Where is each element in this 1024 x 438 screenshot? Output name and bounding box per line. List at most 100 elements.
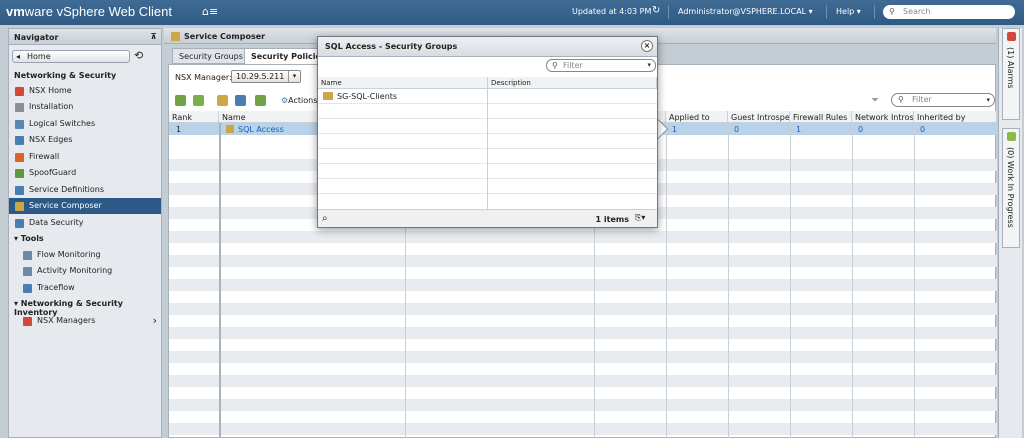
item-count: 1 items: [595, 215, 629, 224]
logical-switch-icon: [15, 120, 24, 129]
flow-monitoring-icon: [23, 251, 32, 260]
binoculars-icon[interactable]: ⌕: [322, 213, 328, 224]
chevron-down-icon: ▾: [986, 96, 990, 104]
cell-name[interactable]: SQL Access: [223, 123, 287, 136]
nav-item-service-definitions[interactable]: Service Definitions: [9, 182, 161, 198]
nav-item-nsx-edges[interactable]: NSX Edges: [9, 132, 161, 148]
chevron-down-icon: ▾: [288, 71, 300, 82]
filter-funnel-icon[interactable]: ⏷: [871, 95, 879, 106]
activity-monitoring-icon: [23, 267, 32, 276]
nsx-manager-label: NSX Manager:: [175, 73, 232, 82]
divider: [826, 5, 827, 19]
nav-item-flow-monitoring[interactable]: Flow Monitoring: [9, 247, 161, 263]
right-side-panel: (1) Alarms (0) Work In Progress: [998, 28, 1022, 438]
cell-rank: 1: [176, 125, 182, 134]
section-networking-security: Networking & Security: [14, 71, 117, 80]
nav-item-spoofguard[interactable]: SpoofGuard: [9, 165, 161, 181]
chevron-down-icon: ▾: [647, 61, 651, 69]
column-header-inherited-by[interactable]: Inherited by: [914, 111, 997, 123]
alarms-tab[interactable]: (1) Alarms: [1002, 28, 1020, 120]
actions-menu[interactable]: ⚙Actions: [281, 96, 317, 105]
dialog-title: SQL Access - Security Groups ×: [318, 37, 657, 57]
cell-firewall-rules[interactable]: 1: [793, 123, 804, 136]
dialog-filter-input[interactable]: ⚲ Filter ▾: [546, 59, 656, 72]
back-arrow-icon: ◂: [16, 52, 21, 61]
divider: [874, 5, 875, 19]
pin-icon[interactable]: ⊼: [151, 32, 158, 41]
nav-item-logical-switches[interactable]: Logical Switches: [9, 116, 161, 132]
nav-item-activity-monitoring[interactable]: Activity Monitoring: [9, 263, 161, 279]
nav-item-service-composer[interactable]: Service Composer: [9, 198, 161, 214]
tab-security-groups[interactable]: Security Groups: [172, 48, 250, 64]
column-header-applied-to[interactable]: Applied to: [666, 111, 728, 123]
import-icon[interactable]: [255, 95, 266, 106]
empty-row: [169, 399, 997, 411]
nav-item-nsx-home[interactable]: NSX Home: [9, 83, 161, 99]
column-header-guest-introspection[interactable]: Guest Introspec...: [728, 111, 790, 123]
security-groups-dialog: SQL Access - Security Groups × ⚲ Filter ▾ …: [317, 36, 658, 228]
column-divider: [728, 123, 729, 438]
column-header-name[interactable]: Name: [318, 77, 488, 89]
search-icon: ⚲: [889, 7, 895, 16]
user-menu[interactable]: Administrator@VSPHERE.LOCAL ▾: [678, 7, 813, 16]
edit-policy-icon[interactable]: [193, 95, 204, 106]
column-divider: [666, 123, 667, 438]
empty-row: [169, 423, 997, 435]
updated-status: Updated at 4:03 PM: [572, 7, 652, 16]
refresh-icon[interactable]: ↻: [652, 5, 660, 16]
chevron-right-icon: ›: [152, 314, 157, 327]
edge-icon: [15, 136, 24, 145]
traceflow-icon: [23, 284, 32, 293]
nsx-home-icon: [15, 87, 24, 96]
column-divider: [219, 123, 221, 438]
empty-row: [169, 303, 997, 315]
home-button[interactable]: ◂ Home: [12, 50, 130, 63]
close-icon[interactable]: ×: [641, 40, 653, 52]
installation-icon: [15, 103, 24, 112]
home-icon[interactable]: ⌂≡: [202, 5, 218, 18]
nsx-manager-select[interactable]: 10.29.5.211 ▾: [231, 70, 301, 83]
alarm-icon: [1007, 32, 1016, 41]
dialog-table: Name Description SG-SQL-Clients: [318, 77, 657, 209]
empty-row: [169, 231, 997, 243]
apply-policy-icon[interactable]: [217, 95, 228, 106]
nav-item-nsx-managers[interactable]: NSX Managers ›: [9, 313, 161, 329]
search-input[interactable]: ⚲ Search: [883, 5, 1015, 19]
empty-row: [169, 279, 997, 291]
work-in-progress-tab[interactable]: (0) Work In Progress: [1002, 128, 1020, 248]
nav-item-firewall[interactable]: Firewall: [9, 149, 161, 165]
priority-icon[interactable]: [235, 95, 246, 106]
filter-input[interactable]: ⚲ Filter ▾: [891, 93, 995, 107]
nsx-manager-icon: [23, 317, 32, 326]
dialog-footer: ⌕ 1 items ⎘▾: [318, 209, 657, 227]
tools-section[interactable]: ▾ Tools: [14, 234, 44, 243]
empty-row: [169, 375, 997, 387]
vmware-logo: vmware vSphere Web Client: [6, 4, 172, 19]
column-divider: [790, 123, 791, 438]
nav-item-data-security[interactable]: Data Security: [9, 215, 161, 231]
column-divider: [487, 89, 488, 209]
cell-guest-introspection[interactable]: 0: [731, 123, 742, 136]
column-header-rank[interactable]: Rank: [169, 111, 219, 123]
column-header-network-introspection[interactable]: Network Introsp...: [852, 111, 914, 123]
nav-item-installation[interactable]: Installation: [9, 99, 161, 115]
empty-row: [169, 327, 997, 339]
service-composer-icon: [15, 202, 24, 211]
navigator-title: Navigator ⊼: [9, 29, 161, 45]
help-menu[interactable]: Help ▾: [836, 7, 861, 16]
export-icon[interactable]: ⎘▾: [635, 213, 653, 225]
nav-item-traceflow[interactable]: Traceflow: [9, 280, 161, 296]
cell-inherited-by[interactable]: 0: [917, 123, 928, 136]
column-divider: [852, 123, 853, 438]
column-header-firewall-rules[interactable]: Firewall Rules: [790, 111, 852, 123]
empty-row: [169, 255, 997, 267]
cell-applied-to[interactable]: 1: [669, 123, 680, 136]
history-icon[interactable]: ⟲: [134, 49, 143, 62]
security-group-icon: [323, 92, 333, 100]
spoofguard-icon: [15, 169, 24, 178]
column-header-description[interactable]: Description: [488, 77, 657, 89]
create-policy-icon[interactable]: [175, 95, 186, 106]
firewall-icon: [15, 153, 24, 162]
service-definition-icon: [15, 186, 24, 195]
cell-network-introspection[interactable]: 0: [855, 123, 866, 136]
